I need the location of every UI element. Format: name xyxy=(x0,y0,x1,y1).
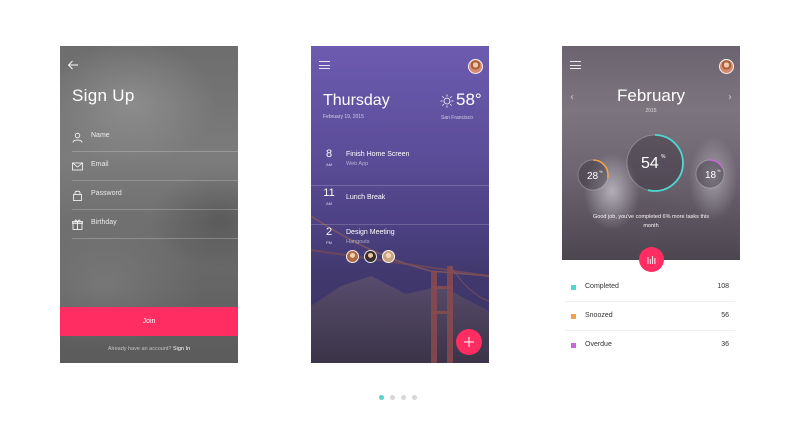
name-field-label: Name xyxy=(91,132,110,139)
password-field-label: Password xyxy=(91,190,122,197)
page-indicator xyxy=(379,395,417,400)
signin-link[interactable]: Sign In xyxy=(173,346,190,352)
page-dot[interactable] xyxy=(412,395,417,400)
stats-screen: ‹ › February 2015 28 % 54 % 18 % Good jo… xyxy=(562,46,740,260)
day-date: February 19, 2015 xyxy=(323,114,364,120)
back-arrow-icon[interactable] xyxy=(67,59,79,71)
event-subtitle: Hangouts xyxy=(346,239,370,245)
menu-icon[interactable] xyxy=(570,61,581,69)
email-field[interactable]: Email xyxy=(72,152,238,181)
ring-unit: % xyxy=(717,168,721,173)
bar-chart-icon xyxy=(647,256,656,264)
city-label: San Francisco xyxy=(441,115,473,121)
legend-value: 56 xyxy=(721,312,729,319)
event-ampm: PM xyxy=(326,240,332,245)
progress-rings: 28 % 54 % 18 % xyxy=(577,134,725,192)
legend-swatch xyxy=(571,314,576,319)
signup-screen: Sign Up Name Email Password Birthday Joi… xyxy=(60,46,238,363)
legend-row-snoozed[interactable]: Snoozed 56 xyxy=(565,302,735,331)
event-item[interactable]: 11 AM Lunch Break xyxy=(311,187,489,225)
event-hour: 8 xyxy=(325,148,333,160)
signin-row: Already have an account? Sign In xyxy=(60,346,238,352)
mail-icon xyxy=(72,162,83,171)
gift-icon xyxy=(72,219,83,230)
legend-label: Completed xyxy=(585,283,619,290)
attendee-avatar[interactable] xyxy=(382,250,395,263)
ring-overdue: 18 % xyxy=(695,159,725,189)
page-dot[interactable] xyxy=(401,395,406,400)
page-dot[interactable] xyxy=(379,395,384,400)
stats-button[interactable] xyxy=(639,247,664,272)
progress-message: Good job, you've completed 6% more tasks… xyxy=(593,214,709,229)
join-button[interactable]: Join xyxy=(60,307,238,336)
menu-icon[interactable] xyxy=(319,61,330,69)
day-title: Thursday xyxy=(323,92,390,109)
legend-swatch xyxy=(571,343,576,348)
user-icon xyxy=(72,132,83,143)
avatar[interactable] xyxy=(719,59,734,74)
calendar-screen: Thursday February 19, 2015 58° San Franc… xyxy=(311,46,489,363)
ring-value: 18 xyxy=(705,170,717,181)
stats-legend: Completed 108 Snoozed 56 Overdue 36 xyxy=(565,273,735,360)
legend-value: 36 xyxy=(721,341,729,348)
year-label: 2015 xyxy=(645,108,657,114)
legend-row-overdue[interactable]: Overdue 36 xyxy=(565,331,735,360)
attendee-list xyxy=(346,250,395,264)
event-subtitle: Web App xyxy=(346,161,369,167)
signin-prompt: Already have an account? xyxy=(107,346,172,352)
event-item[interactable]: 2 PM Design Meeting Hangouts xyxy=(311,226,489,276)
name-field[interactable]: Name xyxy=(72,123,238,152)
event-hour: 2 xyxy=(325,226,333,238)
sun-icon xyxy=(440,94,454,108)
add-event-button[interactable] xyxy=(456,329,482,355)
page-title: Sign Up xyxy=(72,86,135,105)
event-title: Lunch Break xyxy=(346,194,386,201)
password-field[interactable]: Password xyxy=(72,181,238,210)
ring-unit: % xyxy=(661,154,666,160)
birthday-field-label: Birthday xyxy=(91,219,117,226)
legend-value: 108 xyxy=(717,283,729,290)
event-ampm: AM xyxy=(326,162,332,167)
ring-value: 28 xyxy=(587,171,599,182)
email-field-label: Email xyxy=(91,161,109,168)
legend-swatch xyxy=(571,285,576,290)
ring-unit: % xyxy=(599,169,603,174)
event-hour: 11 xyxy=(323,187,335,199)
event-title: Finish Home Screen xyxy=(346,151,410,158)
event-ampm: AM xyxy=(326,201,332,206)
attendee-avatar[interactable] xyxy=(364,250,377,263)
avatar[interactable] xyxy=(468,59,483,74)
legend-label: Overdue xyxy=(585,341,612,348)
month-title: February xyxy=(616,86,686,105)
ring-value: 54 xyxy=(641,155,659,172)
temperature: 58° xyxy=(456,90,482,109)
lock-icon xyxy=(73,190,82,201)
birthday-field[interactable]: Birthday xyxy=(72,210,238,239)
legend-row-completed[interactable]: Completed 108 xyxy=(565,273,735,302)
ring-snoozed: 28 % xyxy=(577,159,609,191)
page-dot[interactable] xyxy=(390,395,395,400)
legend-label: Snoozed xyxy=(585,312,613,319)
ring-completed: 54 % xyxy=(626,134,684,192)
event-item[interactable]: 8 AM Finish Home Screen Web App xyxy=(311,148,489,186)
event-title: Design Meeting xyxy=(346,229,395,236)
attendee-avatar[interactable] xyxy=(346,250,359,263)
